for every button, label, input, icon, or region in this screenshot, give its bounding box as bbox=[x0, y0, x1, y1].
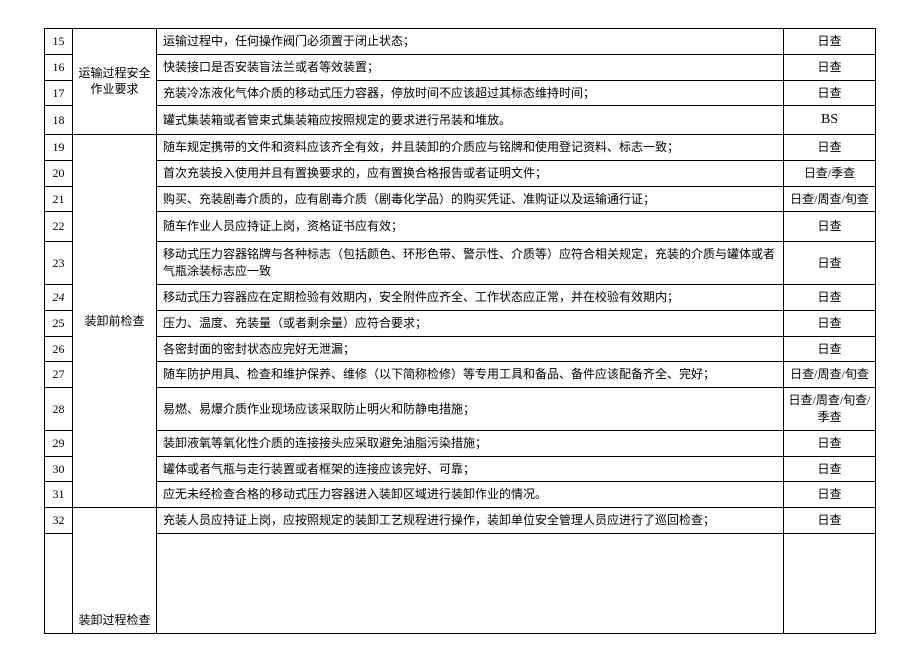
table-row: 28 易燃、易爆介质作业现场应该采取防止明火和防静电措施； 日查/周查/旬查/季… bbox=[45, 388, 876, 431]
row-freq: 日查 bbox=[784, 482, 876, 508]
row-desc: 装卸液氧等氧化性介质的连接接头应采取避免油脂污染措施； bbox=[157, 430, 784, 456]
row-desc: 移动式压力容器应在定期检验有效期内，安全附件应齐全、工作状态应正常，并在校验有效… bbox=[157, 284, 784, 310]
row-freq: 日查 bbox=[784, 80, 876, 106]
table-row bbox=[45, 533, 876, 633]
row-desc: 各密封面的密封状态应完好无泄漏； bbox=[157, 336, 784, 362]
table-row: 19 装卸前检查 随车规定携带的文件和资料应该齐全有效，并且装卸的介质应与铭牌和… bbox=[45, 134, 876, 160]
checklist-table: 15 运输过程安全作业要求 运输过程中，任何操作阀门必须置于闭止状态； 日查 1… bbox=[44, 28, 876, 634]
row-number: 19 bbox=[45, 134, 73, 160]
row-desc: 随车规定携带的文件和资料应该齐全有效，并且装卸的介质应与铭牌和使用登记资料、标志… bbox=[157, 134, 784, 160]
row-desc: 应无未经检查合格的移动式压力容器进入装卸区域进行装卸作业的情况。 bbox=[157, 482, 784, 508]
row-number: 32 bbox=[45, 508, 73, 534]
row-desc bbox=[157, 533, 784, 633]
row-number: 21 bbox=[45, 186, 73, 212]
row-number: 17 bbox=[45, 80, 73, 106]
row-number: 22 bbox=[45, 212, 73, 242]
table-row: 29 装卸液氧等氧化性介质的连接接头应采取避免油脂污染措施； 日查 bbox=[45, 430, 876, 456]
table-row: 31 应无未经检查合格的移动式压力容器进入装卸区域进行装卸作业的情况。 日查 bbox=[45, 482, 876, 508]
row-freq: 日查 bbox=[784, 508, 876, 534]
row-number: 24 bbox=[45, 284, 73, 310]
table-row: 27 随车防护用具、检查和维护保养、维修（以下简称检修）等专用工具和备品、备件应… bbox=[45, 362, 876, 388]
table-row: 30 罐体或者气瓶与走行装置或者框架的连接应该完好、可靠； 日查 bbox=[45, 456, 876, 482]
row-number: 15 bbox=[45, 29, 73, 55]
category-cell-preload: 装卸前检查 bbox=[73, 134, 157, 507]
table-row: 23 移动式压力容器铭牌与各种标志（包括颜色、环形色带、警示性、介质等）应符合相… bbox=[45, 242, 876, 285]
row-number: 18 bbox=[45, 106, 73, 135]
table-row: 18 罐式集装箱或者管束式集装箱应按照规定的要求进行吊装和堆放。 BS bbox=[45, 106, 876, 135]
row-number: 31 bbox=[45, 482, 73, 508]
row-number: 23 bbox=[45, 242, 73, 285]
row-number: 26 bbox=[45, 336, 73, 362]
row-freq: BS bbox=[784, 106, 876, 135]
table-row: 32 装卸过程检查 充装人员应持证上岗，应按照规定的装卸工艺规程进行操作，装卸单… bbox=[45, 508, 876, 534]
row-desc: 罐体或者气瓶与走行装置或者框架的连接应该完好、可靠； bbox=[157, 456, 784, 482]
row-desc: 移动式压力容器铭牌与各种标志（包括颜色、环形色带、警示性、介质等）应符合相关规定… bbox=[157, 242, 784, 285]
row-number: 20 bbox=[45, 160, 73, 186]
row-freq: 日查 bbox=[784, 242, 876, 285]
row-desc: 运输过程中，任何操作阀门必须置于闭止状态； bbox=[157, 29, 784, 55]
row-desc: 随车作业人员应持证上岗，资格证书应有效； bbox=[157, 212, 784, 242]
row-number bbox=[45, 533, 73, 633]
row-freq: 日查 bbox=[784, 336, 876, 362]
row-freq: 日查/周查/旬查 bbox=[784, 186, 876, 212]
row-freq: 日查 bbox=[784, 29, 876, 55]
row-freq: 日查/周查/旬查 bbox=[784, 362, 876, 388]
table-row: 17 充装冷冻液化气体介质的移动式压力容器，停放时间不应该超过其标态维持时间； … bbox=[45, 80, 876, 106]
row-freq: 日查/周查/旬查/季查 bbox=[784, 388, 876, 431]
row-desc: 首次充装投入使用并且有置换要求的，应有置换合格报告或者证明文件； bbox=[157, 160, 784, 186]
row-number: 29 bbox=[45, 430, 73, 456]
table-row: 22 随车作业人员应持证上岗，资格证书应有效； 日查 bbox=[45, 212, 876, 242]
row-freq: 日查 bbox=[784, 212, 876, 242]
table-row: 24 移动式压力容器应在定期检验有效期内，安全附件应齐全、工作状态应正常，并在校… bbox=[45, 284, 876, 310]
row-desc: 充装人员应持证上岗，应按照规定的装卸工艺规程进行操作，装卸单位安全管理人员应进行… bbox=[157, 508, 784, 534]
row-freq: 日查/季查 bbox=[784, 160, 876, 186]
row-number: 30 bbox=[45, 456, 73, 482]
row-number: 28 bbox=[45, 388, 73, 431]
row-number: 16 bbox=[45, 54, 73, 80]
row-desc: 压力、温度、充装量（或者剩余量）应符合要求； bbox=[157, 310, 784, 336]
row-freq: 日查 bbox=[784, 284, 876, 310]
table-row: 16 快装接口是否安装盲法兰或者等效装置； 日查 bbox=[45, 54, 876, 80]
category-cell-loading: 装卸过程检查 bbox=[73, 508, 157, 634]
row-desc: 罐式集装箱或者管束式集装箱应按照规定的要求进行吊装和堆放。 bbox=[157, 106, 784, 135]
row-number: 25 bbox=[45, 310, 73, 336]
row-number: 27 bbox=[45, 362, 73, 388]
table-row: 20 首次充装投入使用并且有置换要求的，应有置换合格报告或者证明文件； 日查/季… bbox=[45, 160, 876, 186]
row-freq bbox=[784, 533, 876, 633]
table-row: 25 压力、温度、充装量（或者剩余量）应符合要求； 日查 bbox=[45, 310, 876, 336]
row-freq: 日查 bbox=[784, 134, 876, 160]
table-row: 26 各密封面的密封状态应完好无泄漏； 日查 bbox=[45, 336, 876, 362]
row-desc: 随车防护用具、检查和维护保养、维修（以下简称检修）等专用工具和备品、备件应该配备… bbox=[157, 362, 784, 388]
row-desc: 充装冷冻液化气体介质的移动式压力容器，停放时间不应该超过其标态维持时间； bbox=[157, 80, 784, 106]
row-freq: 日查 bbox=[784, 310, 876, 336]
row-freq: 日查 bbox=[784, 456, 876, 482]
table-row: 15 运输过程安全作业要求 运输过程中，任何操作阀门必须置于闭止状态； 日查 bbox=[45, 29, 876, 55]
table-row: 21 购买、充装剧毒介质的，应有剧毒介质（剧毒化学品）的购买凭证、准购证以及运输… bbox=[45, 186, 876, 212]
row-desc: 购买、充装剧毒介质的，应有剧毒介质（剧毒化学品）的购买凭证、准购证以及运输通行证… bbox=[157, 186, 784, 212]
row-desc: 易燃、易爆介质作业现场应该采取防止明火和防静电措施； bbox=[157, 388, 784, 431]
category-cell-transport: 运输过程安全作业要求 bbox=[73, 29, 157, 135]
row-freq: 日查 bbox=[784, 430, 876, 456]
row-desc: 快装接口是否安装盲法兰或者等效装置； bbox=[157, 54, 784, 80]
row-freq: 日查 bbox=[784, 54, 876, 80]
